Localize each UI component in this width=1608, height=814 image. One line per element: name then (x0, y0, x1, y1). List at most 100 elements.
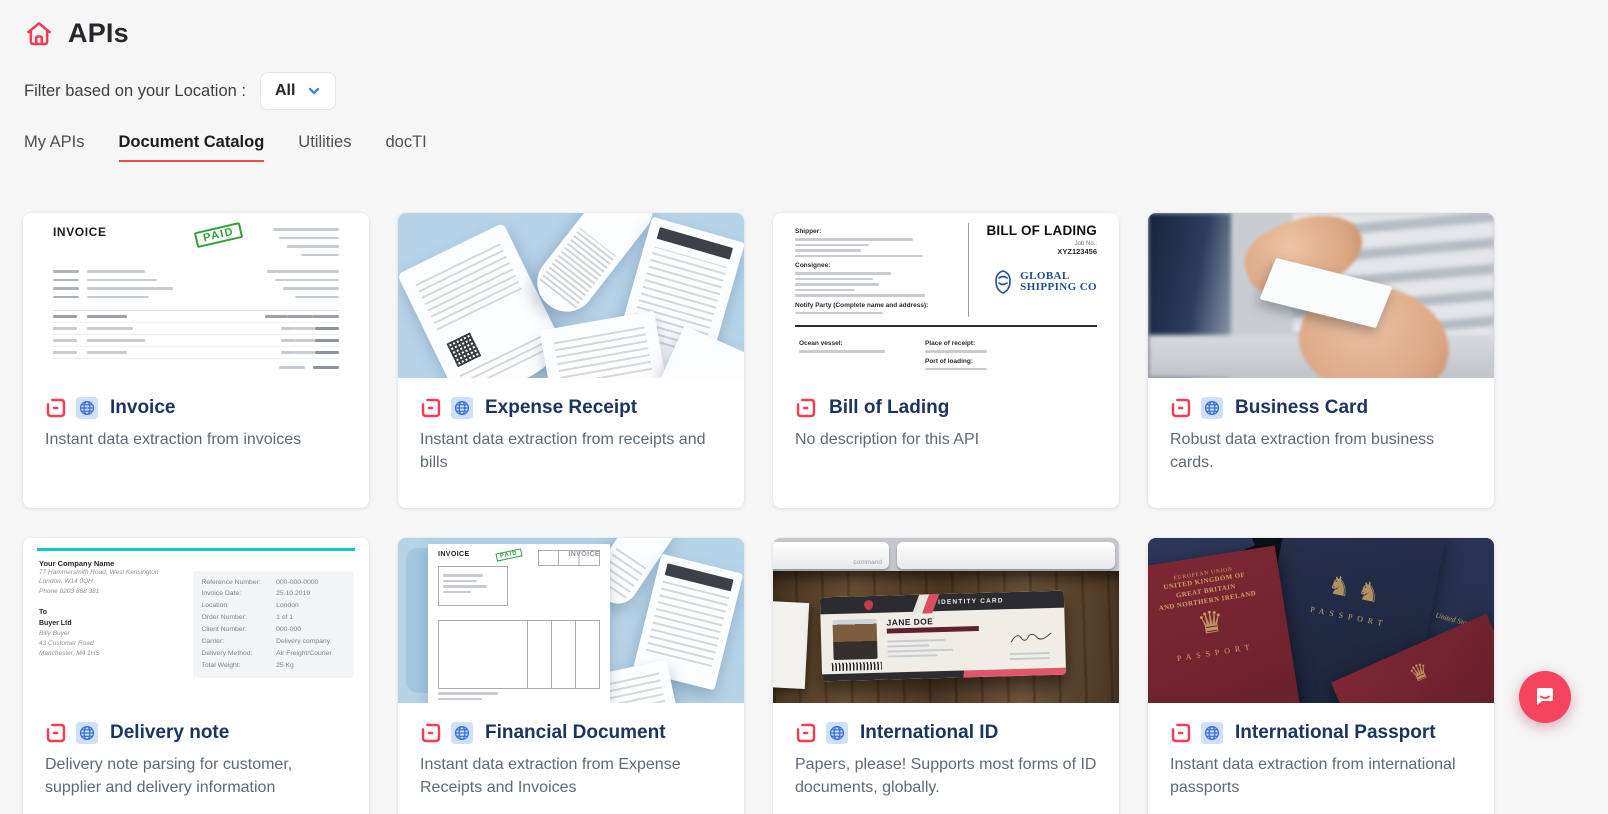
location-dropdown[interactable]: All (259, 72, 337, 110)
decor-bar (287, 245, 339, 248)
thumb-text: Consignee: (795, 262, 831, 269)
decor-bar (438, 692, 498, 695)
tab-utilities[interactable]: Utilities (298, 133, 351, 162)
thumb-text: Delivery company (276, 637, 331, 645)
page-header: APIs (24, 18, 129, 49)
filter-label: Filter based on your Location : (24, 81, 246, 100)
decor-bar (275, 278, 339, 281)
thumb-text: Manchester, M4 1HS (39, 649, 100, 657)
decor-bar (887, 648, 954, 653)
thumb-text: Shipper: (795, 228, 822, 235)
card-description: Robust data extraction from business car… (1170, 431, 1435, 471)
thumb-text: Your Company Name (39, 558, 115, 568)
decor-bar (795, 288, 855, 291)
card-title: Business Card (1235, 397, 1369, 418)
thumb-text: GLOBAL SHIPPING CO (1020, 269, 1097, 293)
decor-bar (53, 278, 79, 281)
tab-document-catalog[interactable]: Document Catalog (118, 133, 265, 162)
tab-my-apis[interactable]: My APIs (24, 133, 85, 162)
decor-bar (53, 327, 77, 330)
decor-bar (795, 238, 913, 241)
thumb-text: Ocean vessel: (799, 340, 843, 347)
thumb-text: IDENTITY CARD (937, 597, 1004, 607)
card-description: Instant data extraction from internation… (1170, 756, 1456, 796)
globe-icon (1201, 722, 1223, 744)
location-filter: Filter based on your Location : All (24, 72, 337, 110)
mindee-logo-icon (46, 723, 66, 743)
thumb-text: 43 Customer Road (39, 639, 94, 647)
thumb-text: Notify Party (Complete name and address)… (795, 301, 929, 309)
thumb-text: JANE DOE (886, 616, 934, 628)
photo-paper (773, 600, 810, 690)
decor-bar (301, 253, 339, 256)
card-title: Expense Receipt (485, 397, 638, 418)
api-card-delivery-note[interactable]: Your Company Name 77 Hammersmith Road, We… (23, 538, 369, 814)
api-card-expense-receipt[interactable]: Expense Receipt Instant data extraction f… (398, 213, 744, 508)
thumb-text: Place of receipt: (925, 340, 976, 347)
card-description: Papers, please! Supports most forms of I… (795, 756, 1097, 796)
api-card-financial-document[interactable]: INVOICEPAIDINVOICEFinancial DocumentInst… (398, 538, 744, 814)
thumb-text: Air Freight/Courier (276, 649, 332, 657)
card-title: Delivery note (110, 722, 230, 743)
decor-bar (87, 327, 133, 330)
card-description: Instant data extraction from invoices (45, 431, 302, 448)
api-card-international-id[interactable]: command IDENTITY CARD JANE DOE Internationa… (773, 538, 1119, 814)
mindee-logo-icon (46, 398, 66, 418)
decor-bar (795, 254, 923, 257)
thumb-text: To (39, 608, 48, 616)
chat-launcher-button[interactable] (1519, 671, 1571, 723)
decor-bar (795, 272, 891, 275)
thumb-text: 25.10.2019 (276, 590, 311, 598)
card-title: Financial Document (485, 722, 666, 743)
decor-bar (281, 351, 295, 354)
mindee-logo-icon (1171, 723, 1191, 743)
decor-bar (315, 351, 339, 354)
decor-bar (795, 294, 925, 297)
mindee-logo-icon (1171, 398, 1191, 418)
mock-barcode (831, 661, 882, 672)
globe-icon (76, 722, 98, 744)
decor-bar (795, 277, 873, 280)
decor-bar (313, 315, 339, 318)
decor-bar (925, 350, 987, 353)
keyboard-key: command (773, 542, 889, 569)
decor-bar (281, 339, 295, 342)
decor-bar (87, 351, 127, 354)
api-card-international-passport[interactable]: ✷United States of America♞ ♞PASSPORTEURO… (1148, 538, 1494, 814)
shield-icon (863, 599, 874, 610)
card-description: Instant data extraction from receipts an… (420, 431, 706, 471)
tab-docti[interactable]: docTI (385, 133, 426, 162)
decor-bar (443, 590, 471, 593)
thumb-text: 000-000 (276, 626, 302, 634)
decor-bar (273, 228, 339, 231)
thumb-text: London, W14 0QH (39, 578, 93, 586)
card-description: Instant data extraction from Expense Rec… (420, 756, 681, 796)
thumb-text: INVOICE (53, 225, 107, 239)
thumb-text: 25 Kg (276, 661, 294, 669)
decor-teal-line (37, 548, 355, 551)
thumb-text: London (276, 602, 299, 610)
thumb-text: 1 of 1 (276, 614, 294, 622)
thumb-text: Billy Buyer (39, 630, 70, 638)
decor-bar (295, 295, 339, 298)
thumb-text: XYZ123456 (1057, 247, 1097, 256)
thumb-text: INVOICE (438, 551, 470, 558)
thumb-text: Reference Number: (201, 578, 261, 586)
decor-bar (799, 350, 885, 353)
mindee-logo-icon (421, 723, 441, 743)
api-card-bill-of-lading[interactable]: Shipper: Consignee: Notify Party (Complete… (773, 213, 1119, 508)
decor-bar (443, 574, 483, 577)
globe-icon (451, 397, 473, 419)
decor-bar (795, 243, 869, 246)
thumb-text: Order Number: (201, 614, 247, 622)
thumb-text: Invoice Date: (201, 590, 242, 598)
decor-bar (443, 585, 487, 588)
api-card-business-card[interactable]: Business Card Robust data extraction from… (1148, 213, 1494, 508)
api-card-invoice[interactable]: INVOICEPAIDAmount DueInvoiceInstant data… (23, 213, 369, 508)
thumb-text: Buyer Ltd (39, 619, 72, 627)
card-title: Bill of Lading (829, 397, 950, 418)
mock-portrait (832, 618, 878, 661)
thumb-text: Client Number: (201, 626, 247, 634)
thumb-text: Port of loading: (925, 357, 974, 365)
mindee-logo-icon (796, 723, 816, 743)
